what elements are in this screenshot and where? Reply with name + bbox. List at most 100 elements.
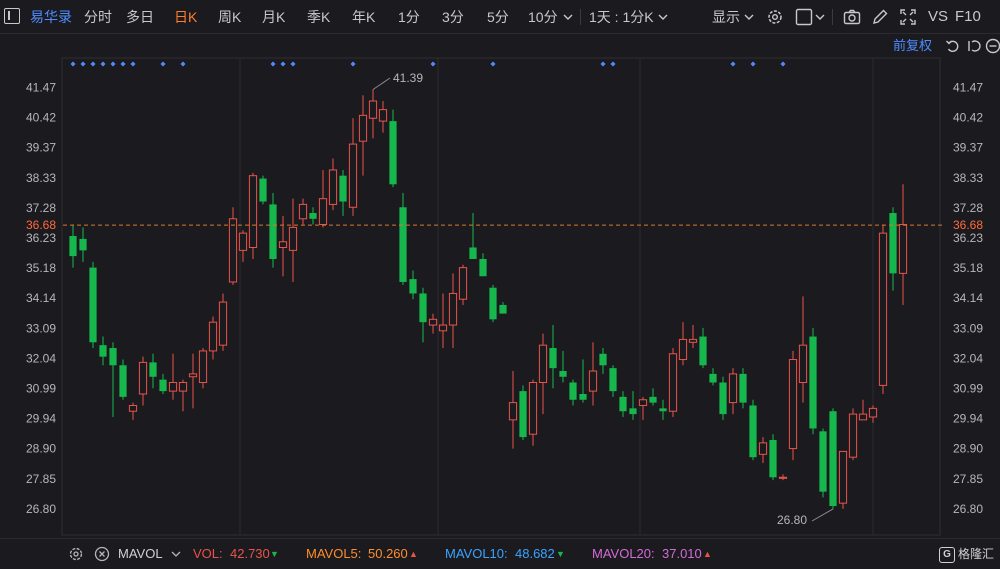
candle	[188, 353, 198, 409]
candle-body	[309, 213, 317, 219]
candle-body	[749, 405, 757, 458]
candle-body	[208, 321, 218, 352]
candle	[309, 207, 317, 225]
candle-body	[798, 344, 808, 384]
candle	[228, 207, 238, 285]
y-tick-label: 29.94	[26, 412, 56, 426]
candle	[409, 270, 417, 300]
y-tick-label: 32.04	[26, 351, 56, 365]
candle-body	[889, 213, 897, 274]
candle-body	[149, 362, 157, 377]
candle	[419, 287, 427, 343]
y-axis-right: 41.47 40.42 39.37 38.33 37.28 36.23 35.18 34.14…	[953, 81, 983, 516]
candle-body	[79, 238, 87, 251]
candle-body	[328, 169, 338, 205]
candle-body	[868, 407, 878, 418]
candlestick-chart[interactable]: 41.47 40.42 39.37 38.33 37.28 36.23 35.18 34.14…	[0, 0, 1000, 569]
candle	[649, 388, 657, 406]
candle	[758, 437, 768, 463]
event-marker	[270, 61, 276, 67]
y-tick-label: 39.37	[26, 141, 56, 155]
candle	[138, 356, 148, 406]
candle-body	[728, 373, 738, 404]
candle	[538, 333, 548, 415]
candle-body	[109, 348, 117, 366]
y-tick-label: 40.42	[26, 111, 56, 125]
event-marker	[70, 61, 76, 67]
candle-body	[138, 361, 148, 395]
candle	[769, 434, 777, 481]
mavol5-label: MAVOL5:	[306, 546, 362, 561]
candle-body	[619, 396, 627, 412]
candle	[739, 368, 747, 409]
candle	[128, 402, 138, 420]
candle	[428, 313, 438, 334]
event-marker	[730, 61, 736, 67]
indicator-name[interactable]: MAVOL	[118, 539, 163, 569]
candle-body	[809, 336, 817, 429]
event-marker	[110, 61, 116, 67]
event-marker	[80, 61, 86, 67]
candle	[588, 342, 598, 406]
candle-body	[298, 203, 308, 220]
candle	[298, 198, 308, 225]
candle	[629, 391, 637, 420]
event-marker	[160, 61, 166, 67]
undo-icon[interactable]	[945, 38, 961, 54]
event-marker	[430, 61, 436, 67]
y-tick-label: 38.33	[26, 171, 56, 185]
candle	[149, 353, 157, 389]
vol-direction: ▼	[270, 549, 279, 559]
candle-body	[769, 439, 777, 478]
candle-body	[438, 324, 448, 332]
candle	[499, 302, 507, 314]
y-tick-label: 30.99	[26, 382, 56, 396]
candle-body	[559, 371, 567, 377]
candle	[878, 224, 888, 394]
candle-body	[278, 241, 288, 248]
y-tick-label: 36.23	[26, 231, 56, 245]
candle-body	[119, 365, 127, 397]
chevron-down-icon[interactable]	[171, 547, 181, 561]
reset-icon[interactable]	[965, 38, 981, 54]
candle-body	[419, 293, 427, 323]
candle	[889, 207, 897, 291]
close-icon[interactable]	[94, 546, 110, 562]
candle-body	[358, 114, 368, 142]
candle-body	[838, 450, 848, 504]
mavol10-direction: ▼	[556, 549, 565, 559]
candle-body	[178, 382, 188, 392]
minus-icon[interactable]	[985, 38, 1000, 54]
brand-logo: G 格隆汇	[938, 545, 994, 563]
candle-body	[428, 318, 438, 326]
candle-body	[649, 396, 657, 403]
y-tick-label: 33.09	[26, 321, 56, 335]
candle-body	[739, 373, 747, 403]
candle	[749, 399, 757, 461]
y-axis-left: 41.47 40.42 39.37 38.33 37.28 36.23 35.18 34.14…	[26, 81, 56, 516]
candle	[609, 365, 617, 397]
candle	[528, 379, 538, 446]
y-tick-label: 38.33	[953, 171, 983, 185]
candle-body	[318, 198, 328, 226]
candle	[328, 158, 338, 211]
indicator-bar: MAVOL VOL: 42.730 ▼ MAVOL5: 50.260 ▲ MAV…	[0, 538, 1000, 569]
price-adjust-menu[interactable]: 前复权	[893, 36, 932, 56]
candle-body	[469, 247, 477, 259]
candle-body	[389, 121, 397, 185]
candle-body	[579, 393, 587, 400]
low-annotation: 26.80	[777, 513, 807, 527]
y-tick-label: 35.18	[953, 261, 983, 275]
candle	[489, 284, 497, 323]
candle	[259, 175, 267, 205]
candle-body	[519, 391, 527, 438]
candle	[659, 399, 667, 420]
chart-marks	[69, 89, 908, 509]
event-marker	[180, 61, 186, 67]
gear-icon[interactable]	[68, 546, 84, 562]
candle	[809, 327, 817, 435]
high-annotation-leader	[372, 77, 391, 90]
y-tick-label: 28.90	[26, 442, 56, 456]
mavol5-direction: ▲	[409, 549, 418, 559]
candle-body	[538, 344, 548, 384]
